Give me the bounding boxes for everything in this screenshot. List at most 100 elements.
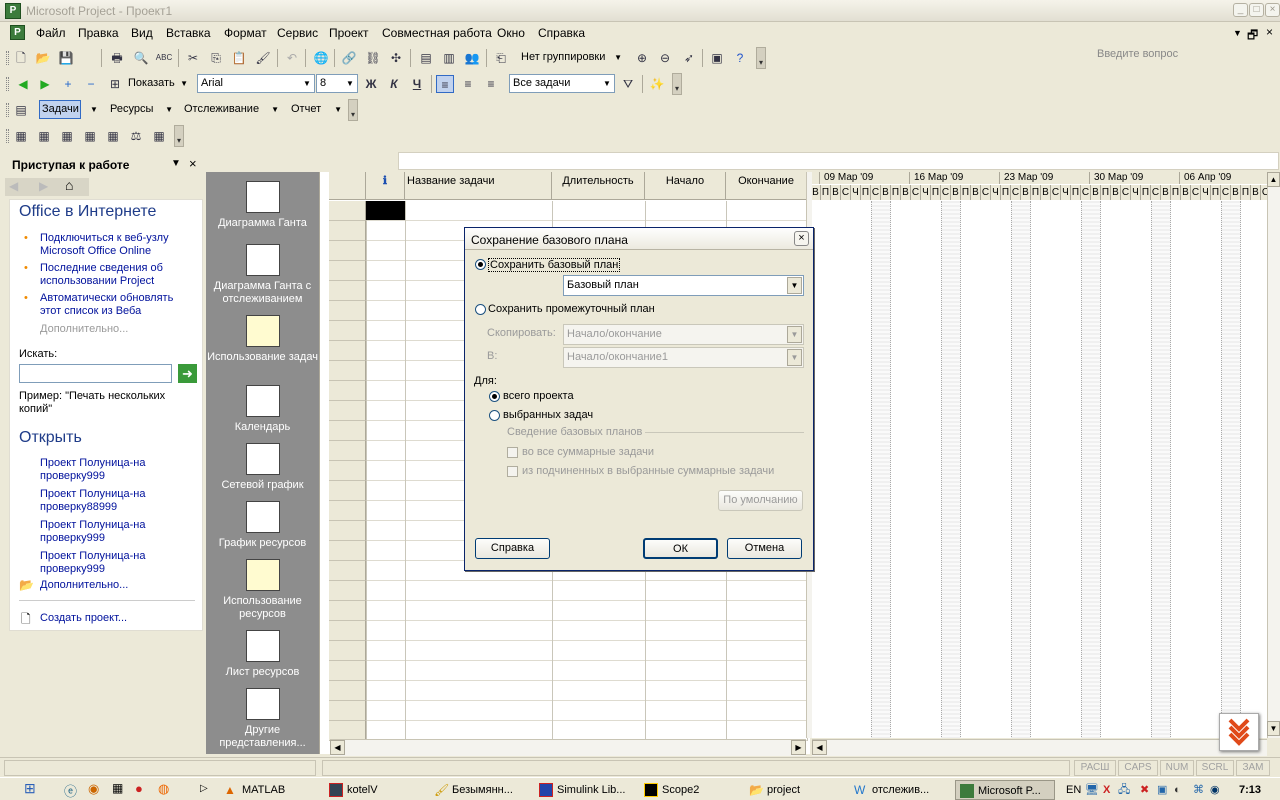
more-files-link[interactable]: Дополнительно... [40,579,195,592]
network-icon[interactable]: 🖧 [1118,780,1130,800]
antivirus-icon[interactable]: ✖ [1140,780,1149,800]
close-doc-icon[interactable]: × [1266,25,1273,39]
undo-icon[interactable]: ↶ [283,49,301,67]
task-pane-close-icon[interactable]: × [189,156,197,171]
guide-icon[interactable]: ▤ [12,101,30,119]
row-selector[interactable] [329,241,366,261]
menu-view[interactable]: Вид [131,26,153,40]
into-select[interactable]: Начало/окончание1 ▼ [563,347,804,368]
toolbar-options-icon[interactable]: ▾ [672,73,682,95]
row-selector[interactable] [329,521,366,541]
bold-button[interactable]: Ж [362,75,380,93]
table-hscroll[interactable]: ◀ ▶ [330,739,806,756]
show-menu[interactable]: Показать ▼ [128,74,190,93]
view-more[interactable]: Другие представления... [206,688,319,750]
globe-icon[interactable]: 🌐 [312,49,330,67]
whole-project-label[interactable]: всего проекта [503,390,574,402]
toolbar-options-icon[interactable]: ▾ [756,47,766,69]
assign-resources-icon[interactable]: 👥 [463,49,481,67]
toolbar-options-icon[interactable]: ▾ [174,125,184,147]
tasks-dropdown-icon[interactable]: ▼ [90,100,98,119]
quicklaunch-more-icon[interactable]: ▷ [200,783,208,794]
close-icon[interactable]: × [1265,3,1280,17]
report-menu[interactable]: Отчет ▼ [291,100,345,119]
active-cell[interactable] [366,201,405,220]
menu-collaborate[interactable]: Совместная работа [382,26,492,40]
scroll-down-icon[interactable]: ▼ [1267,721,1280,736]
print-icon[interactable]: 🖶 [108,49,126,67]
row-selector[interactable] [329,541,366,561]
network-view-icon[interactable]: ▦ [104,127,122,145]
select-all-corner[interactable] [329,172,366,200]
monitor-icon[interactable]: 🖥 [1085,780,1099,800]
row-selector[interactable] [329,381,366,401]
view-tracking-gantt[interactable]: Диаграмма Ганта с отслеживанием [206,244,319,306]
save-icon[interactable]: 💾 [57,49,75,67]
row-selector[interactable] [329,341,366,361]
link-news[interactable]: Последние сведения об использовании Proj… [40,262,195,288]
cancel-button[interactable]: Отмена [727,538,802,559]
row-selector[interactable] [329,461,366,481]
task-usage-icon[interactable]: ▦ [58,127,76,145]
ask-dropdown-icon[interactable]: ▼ [1233,28,1242,38]
row-selector[interactable] [329,681,366,701]
view-gantt[interactable]: Диаграмма Ганта [206,181,319,230]
red-x-icon[interactable]: X [1103,780,1110,800]
task-simulink-lib[interactable]: Simulink Lib... [535,780,635,800]
split-task-icon[interactable]: ✣ [387,49,405,67]
print-preview-icon[interactable]: 🔍 [132,49,150,67]
zoom-in-icon[interactable]: ⊕ [633,49,651,67]
arrow-right-icon[interactable]: ▶ [36,75,54,93]
copy-picture-icon[interactable]: ▣ [708,49,726,67]
minus-icon[interactable]: − [82,75,100,93]
opera-icon[interactable]: ● [135,781,143,796]
menu-window[interactable]: Окно [497,26,525,40]
row-selector[interactable] [329,281,366,301]
ie-icon[interactable]: ⓔ [64,781,77,800]
more-link[interactable]: Дополнительно... [40,323,195,336]
create-project-link[interactable]: Создать проект... [40,612,195,625]
row-selector[interactable] [329,361,366,381]
task-tracking[interactable]: Wотслежив... [850,780,950,800]
go-to-task-icon[interactable]: ➶ [680,49,698,67]
view-network[interactable]: Сетевой график [206,443,319,492]
restore-icon[interactable]: 🗗 [1247,26,1258,47]
row-selector[interactable] [329,441,366,461]
gantt-wizard-icon[interactable]: ✨ [648,75,666,93]
help-button[interactable]: Справка [475,538,550,559]
zoom-out-icon[interactable]: ⊖ [656,49,674,67]
row-selector[interactable] [329,261,366,281]
grouping-select[interactable]: Нет группировки ▼ [521,48,625,67]
set-default-button[interactable]: По умолчанию [718,490,803,511]
row-selector[interactable] [329,481,366,501]
media-icon[interactable]: ◉ [88,781,99,797]
firefox-icon[interactable]: ◍ [158,781,169,797]
link-autoupdate[interactable]: Автоматически обновлять этот список из В… [40,292,195,318]
calculator-icon[interactable]: ▦ [112,781,123,795]
task-untitled[interactable]: 🖌 Безымянн... [430,780,530,800]
scroll-left-icon[interactable]: ◀ [330,740,345,755]
help-icon[interactable]: ? [731,49,749,67]
ok-button[interactable]: ОК [643,538,718,559]
tracking-menu[interactable]: Отслеживание ▼ [184,100,282,119]
toolbar-grip[interactable] [6,129,9,143]
resource-sheet-icon[interactable]: ▦ [150,127,168,145]
row-selector[interactable] [329,421,366,441]
toolbar-grip[interactable] [6,51,9,65]
minimize-icon[interactable]: _ [1233,3,1248,17]
scroll-right-icon[interactable]: ▶ [791,740,806,755]
italic-button[interactable]: К [385,75,403,93]
recent-file-2[interactable]: Проект Полуница-на проверку88999 [40,488,195,514]
speaker-icon[interactable]: ◐ [1174,780,1181,800]
rollup-selected-checkbox[interactable] [507,466,518,477]
gantt-hscroll[interactable]: ◀ [812,739,1267,756]
tracking-gantt-icon[interactable]: ▦ [35,127,53,145]
save-baseline-radio[interactable] [475,259,486,270]
menu-file[interactable]: Файл [36,26,66,40]
forward-icon[interactable]: ▶ [39,179,48,193]
link-connect[interactable]: Подключиться к веб-узлу Microsoft Office… [40,232,195,258]
link-tasks-icon[interactable]: 🔗 [340,49,358,67]
view-resource-graph[interactable]: График ресурсов [206,501,319,550]
font-select[interactable]: Arial ▼ [197,74,315,93]
selected-tasks-label[interactable]: выбранных задач [503,409,593,421]
